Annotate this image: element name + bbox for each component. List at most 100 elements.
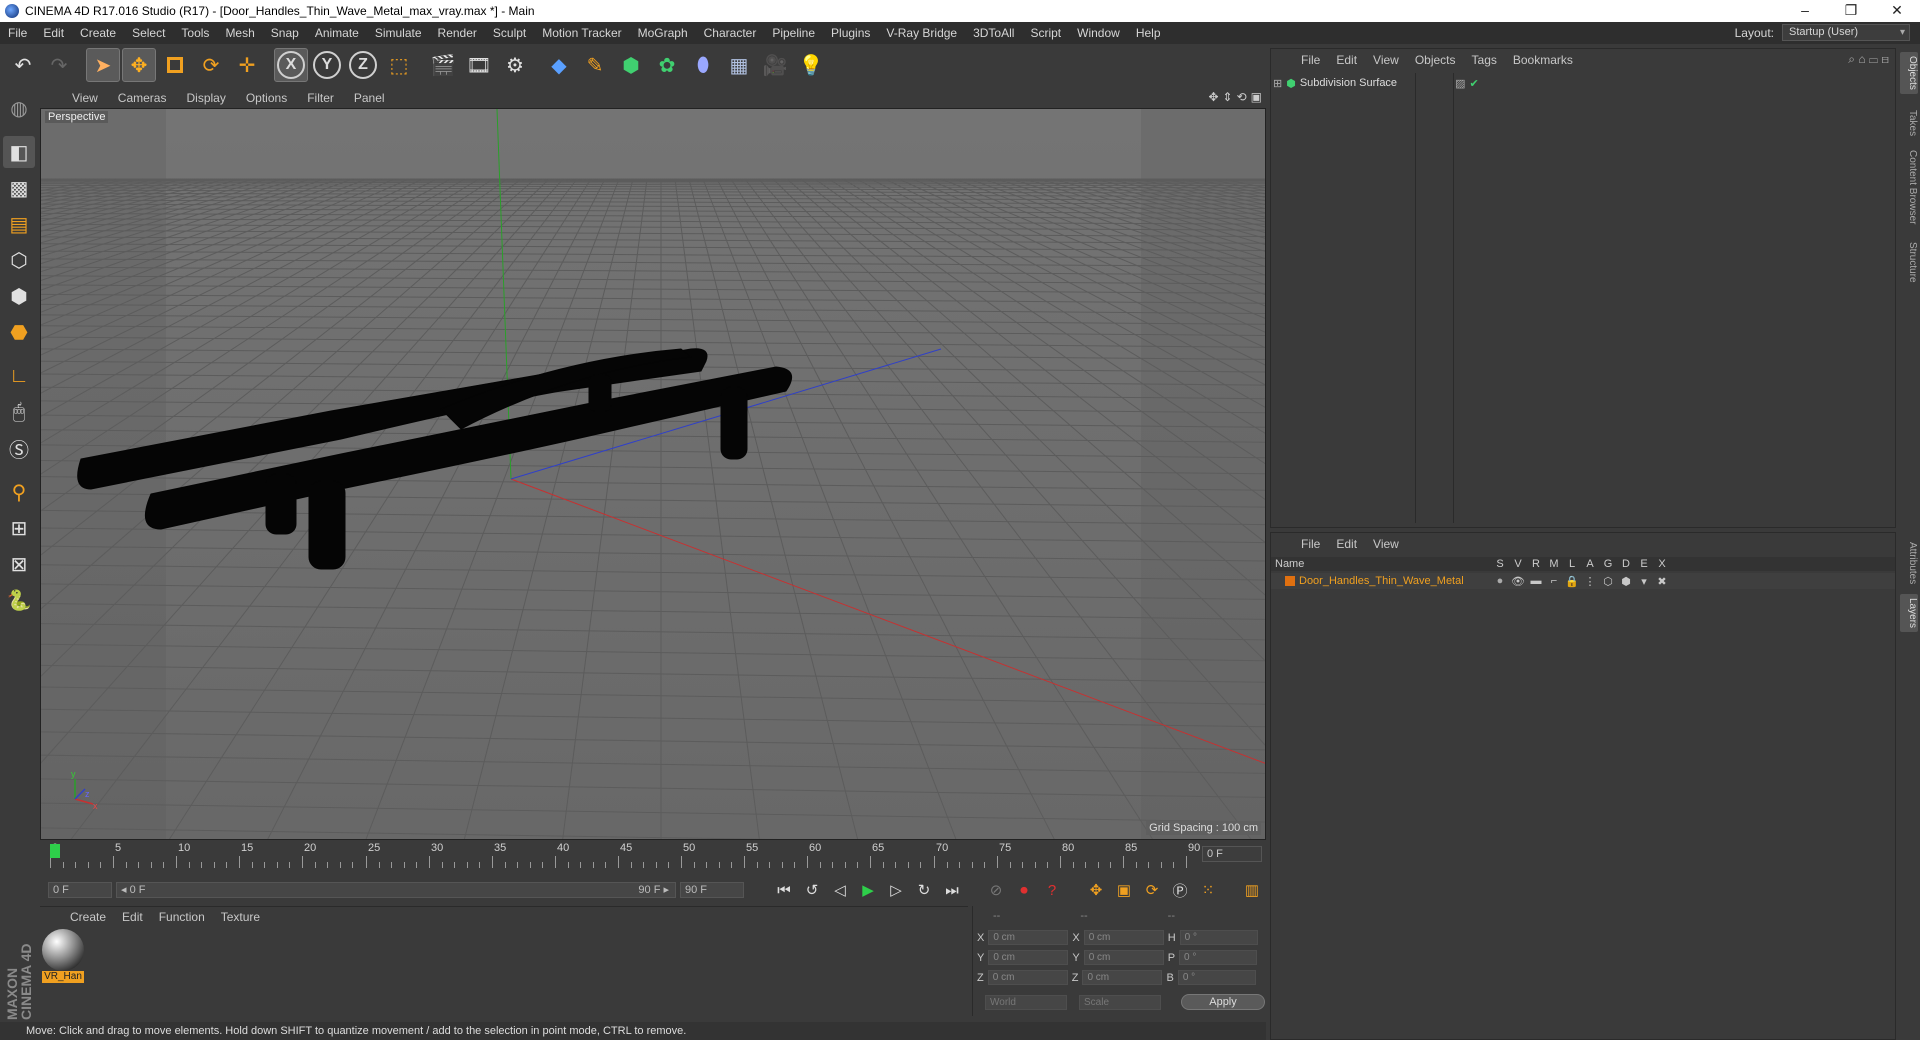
workplane-mode-icon[interactable]: ▤ <box>3 208 35 240</box>
model-mode-icon[interactable]: ◧ <box>3 136 35 168</box>
size-x-field[interactable]: 0 cm <box>1083 930 1164 945</box>
menu-edit[interactable]: Edit <box>35 26 72 40</box>
position-z-field[interactable]: 0 cm <box>987 970 1068 985</box>
menu-file[interactable]: File <box>0 26 35 40</box>
floor-scene-icon[interactable]: ▦ <box>722 48 756 82</box>
material-menu-create[interactable]: Create <box>62 910 114 924</box>
key-parameter-icon[interactable]: Ⓟ <box>1168 878 1192 902</box>
key-rotation-icon[interactable]: ⟳ <box>1140 878 1164 902</box>
view-toggle-icon[interactable]: 👁 <box>1509 575 1527 588</box>
layer-col-name[interactable]: Name <box>1271 558 1491 570</box>
viewport-menu-cameras[interactable]: Cameras <box>108 91 177 105</box>
menu-plugins[interactable]: Plugins <box>823 26 878 40</box>
next-key-icon[interactable]: ↻ <box>912 878 936 902</box>
animation-toggle-icon[interactable]: ⋮ <box>1581 575 1599 588</box>
tab-content-browser[interactable]: Content Browser <box>1900 146 1918 228</box>
object-menu-tags[interactable]: Tags <box>1464 53 1505 67</box>
coordinate-system-icon[interactable]: ⬚ <box>382 48 416 82</box>
zoom-icon[interactable]: ⇕ <box>1223 90 1233 104</box>
key-point-level-icon[interactable]: ⁙ <box>1196 878 1220 902</box>
layer-col-view[interactable]: V <box>1509 558 1527 570</box>
timeline-ruler[interactable]: 051015202530354045505560657075808590 <box>50 842 1200 874</box>
tab-attributes[interactable]: Attributes <box>1900 538 1918 588</box>
object-menu-objects[interactable]: Objects <box>1407 53 1464 67</box>
generators-toggle-icon[interactable]: ⬡ <box>1599 575 1617 588</box>
size-y-field[interactable]: 0 cm <box>1083 950 1164 965</box>
python-icon[interactable]: 🐍 <box>3 584 35 616</box>
light-icon[interactable]: 💡 <box>794 48 828 82</box>
current-frame-field[interactable]: 0 F <box>1202 846 1262 862</box>
viewport-menu-view[interactable]: View <box>62 91 108 105</box>
menu-window[interactable]: Window <box>1069 26 1128 40</box>
previous-frame-icon[interactable]: ◁ <box>828 878 852 902</box>
play-forward-icon[interactable]: ▶ <box>856 878 880 902</box>
rotation-p-field[interactable]: 0 ° <box>1179 950 1258 965</box>
viewport-menu-display[interactable]: Display <box>176 91 235 105</box>
start-frame-field[interactable]: 0 F <box>48 882 112 898</box>
tab-layers[interactable]: Layers <box>1900 594 1918 633</box>
position-x-field[interactable]: 0 cm <box>988 930 1069 945</box>
redo-icon[interactable]: ↷ <box>42 48 76 82</box>
keyframe-selection-icon[interactable]: ? <box>1040 878 1064 902</box>
object-menu-bookmarks[interactable]: Bookmarks <box>1505 53 1581 67</box>
x-axis-lock-button[interactable]: X <box>274 48 308 82</box>
pan-icon[interactable]: ✥ <box>1208 90 1218 104</box>
render-settings-icon[interactable]: ⚙ <box>498 48 532 82</box>
object-row-subdivision-surface[interactable]: ⊞ ⬢ Subdivision Surface ▨ ✔ <box>1273 75 1479 91</box>
scale-tool-icon[interactable] <box>158 48 192 82</box>
tab-structure[interactable]: Structure <box>1900 238 1918 287</box>
restore-button[interactable]: ❐ <box>1828 0 1874 22</box>
previous-key-icon[interactable]: ↺ <box>800 878 824 902</box>
enabled-check-icon[interactable]: ✔ <box>1469 77 1478 90</box>
layout-dropdown[interactable]: Startup (User) <box>1782 24 1910 41</box>
menu-script[interactable]: Script <box>1022 26 1069 40</box>
viewport-menu-filter[interactable]: Filter <box>297 91 344 105</box>
layer-row[interactable]: Door_Handles_Thin_Wave_Metal ● 👁 ▬ ⌐ 🔒 ⋮… <box>1271 573 1895 589</box>
object-menu-edit[interactable]: Edit <box>1328 53 1365 67</box>
render-view-icon[interactable]: 🎬 <box>426 48 460 82</box>
manager-toggle-icon[interactable]: ⌐ <box>1545 575 1563 587</box>
menu-simulate[interactable]: Simulate <box>367 26 430 40</box>
playhead-marker[interactable] <box>50 844 60 858</box>
subdivision-surface-icon[interactable]: ⬢ <box>614 48 648 82</box>
layer-col-animation[interactable]: A <box>1581 558 1599 570</box>
coordinate-system-select[interactable]: World <box>985 994 1067 1010</box>
transform-tool-icon[interactable]: ✛ <box>230 48 264 82</box>
maximize-view-icon[interactable]: ▣ <box>1251 90 1262 104</box>
end-frame-field[interactable]: 90 F <box>680 882 744 898</box>
object-name[interactable]: Subdivision Surface <box>1300 77 1397 89</box>
y-axis-lock-button[interactable]: Y <box>310 48 344 82</box>
solo-toggle-icon[interactable]: ● <box>1491 575 1509 587</box>
size-z-field[interactable]: 0 cm <box>1082 970 1163 985</box>
menu-help[interactable]: Help <box>1128 26 1169 40</box>
next-frame-icon[interactable]: ▷ <box>884 878 908 902</box>
z-axis-lock-button[interactable]: Z <box>346 48 380 82</box>
layer-color-swatch[interactable] <box>1285 576 1295 586</box>
deformer-icon[interactable]: ⬮ <box>686 48 720 82</box>
key-scale-icon[interactable]: ▣ <box>1112 878 1136 902</box>
menu-mesh[interactable]: Mesh <box>217 26 262 40</box>
viewport-menu-options[interactable]: Options <box>236 91 297 105</box>
material-menu-edit[interactable]: Edit <box>114 910 151 924</box>
layer-menu-edit[interactable]: Edit <box>1328 537 1365 551</box>
menu-pipeline[interactable]: Pipeline <box>764 26 823 40</box>
layer-col-locked[interactable]: L <box>1563 558 1581 570</box>
size-mode-select[interactable]: Scale <box>1079 994 1161 1010</box>
autokey-icon[interactable]: ⏺ <box>1012 878 1036 902</box>
menu-snap[interactable]: Snap <box>263 26 307 40</box>
menu-select[interactable]: Select <box>124 26 173 40</box>
rotation-b-field[interactable]: 0 ° <box>1177 970 1256 985</box>
layer-col-xrefs[interactable]: X <box>1653 558 1671 570</box>
menu-3dtoall[interactable]: 3DToAll <box>965 26 1022 40</box>
tab-objects[interactable]: Objects <box>1900 52 1918 94</box>
menu-tools[interactable]: Tools <box>173 26 217 40</box>
menu-create[interactable]: Create <box>72 26 124 40</box>
material-menu-texture[interactable]: Texture <box>213 910 268 924</box>
menu-render[interactable]: Render <box>430 26 485 40</box>
tab-takes[interactable]: Takes <box>1900 106 1918 140</box>
cube-primitive-icon[interactable]: ◆ <box>542 48 576 82</box>
layer-col-solo[interactable]: S <box>1491 558 1509 570</box>
undo-icon[interactable]: ↶ <box>6 48 40 82</box>
move-tool-icon[interactable]: ✥ <box>122 48 156 82</box>
close-button[interactable]: ✕ <box>1874 0 1920 22</box>
